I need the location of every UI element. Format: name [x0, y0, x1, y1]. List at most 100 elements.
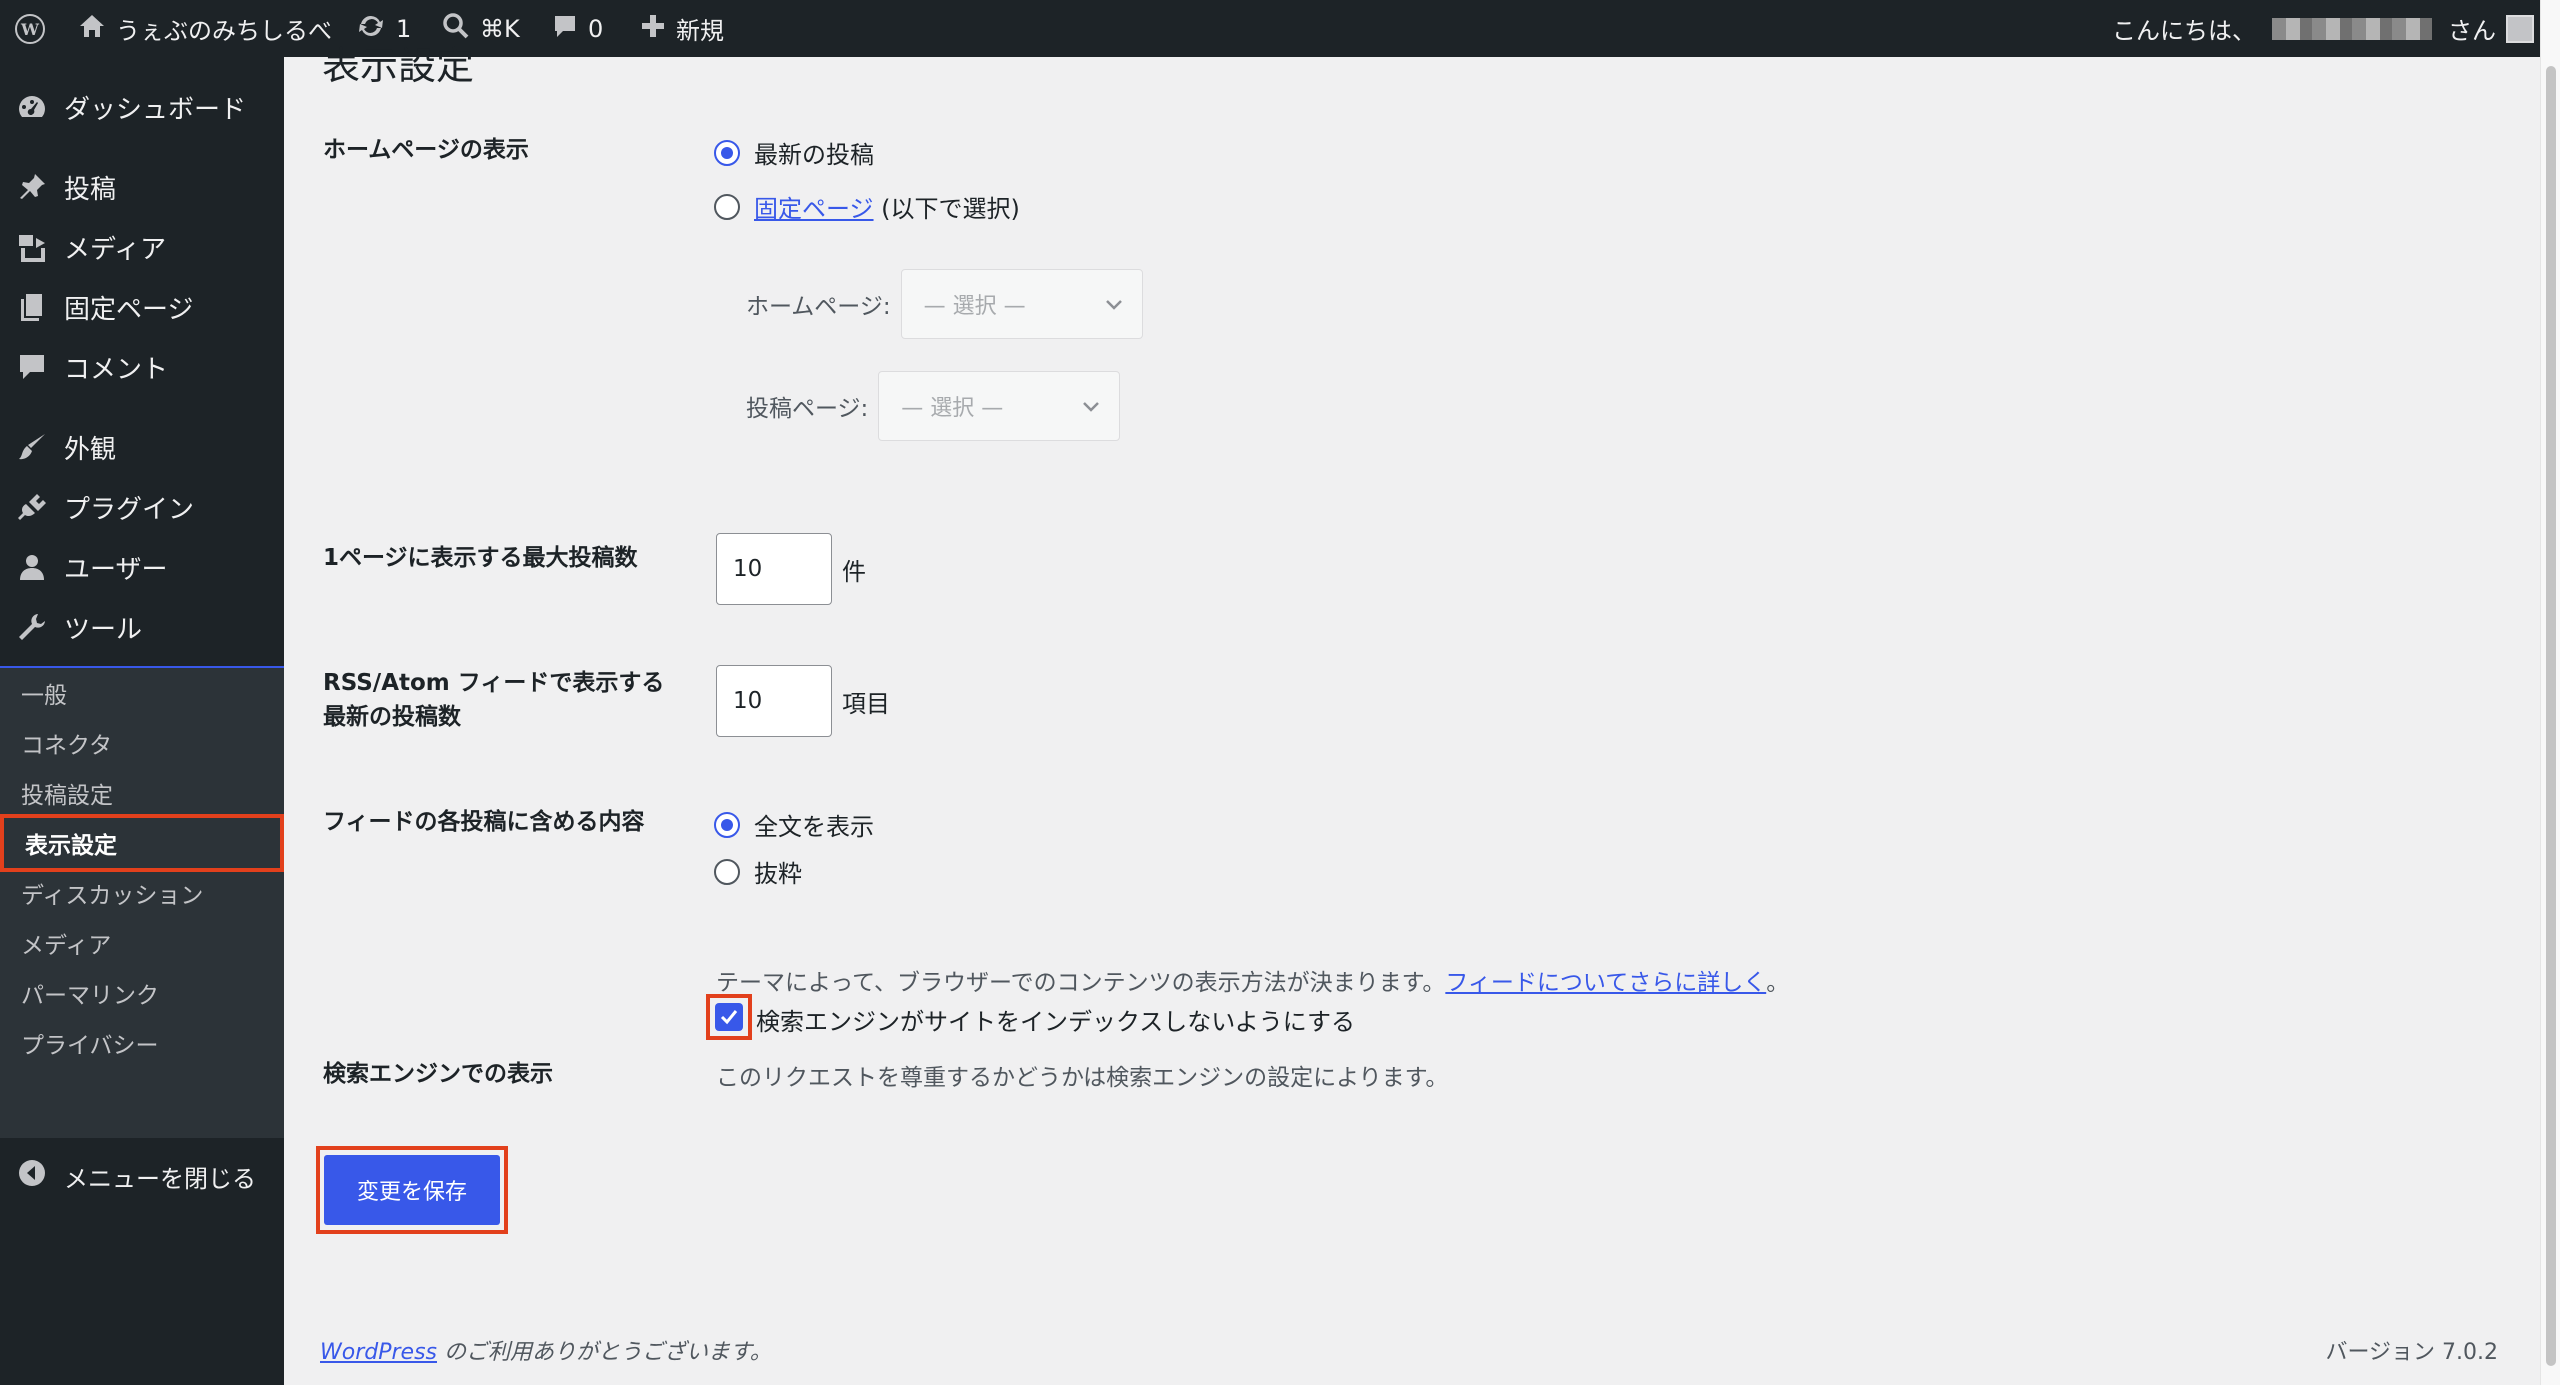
- rss-count-input[interactable]: 10: [716, 665, 832, 737]
- option-latest-posts[interactable]: 最新の投稿: [714, 135, 874, 170]
- sidebar-item-comments[interactable]: コメント: [0, 339, 284, 395]
- site-name: うぇぶのみちしるべ: [116, 17, 332, 45]
- option-excerpt-label: 抜粋: [754, 860, 802, 888]
- scrollbar-thumb[interactable]: [2546, 66, 2556, 1366]
- comments-count: 0: [588, 14, 604, 43]
- username-blurred: [2272, 17, 2432, 40]
- submenu-item-writing[interactable]: 投稿設定: [0, 768, 284, 818]
- posts-page-select-row: 投稿ページ: — 選択 —: [746, 371, 1121, 441]
- option-static-page[interactable]: 固定ページ (以下で選択): [714, 189, 1020, 224]
- sidebar-item-label: ユーザー: [64, 554, 168, 585]
- static-page-suffix: (以下で選択): [881, 195, 1020, 223]
- save-button-highlight: 変更を保存: [316, 1146, 508, 1234]
- sidebar-item-label: プラグイン: [64, 494, 195, 525]
- submenu-item-connector[interactable]: コネクタ: [0, 718, 284, 768]
- user-icon: [17, 552, 47, 582]
- submenu-item-media[interactable]: メディア: [0, 918, 284, 968]
- sidebar-item-label: ダッシュボード: [64, 94, 247, 125]
- static-page-link[interactable]: 固定ページ: [754, 195, 874, 223]
- radio-excerpt[interactable]: [714, 858, 740, 885]
- footer-thanks: WordPress のご利用ありがとうございます。: [320, 1334, 772, 1366]
- search-shortcut: ⌘K: [480, 14, 520, 43]
- homepage-select-label: ホームページ:: [746, 294, 891, 320]
- new-content-link[interactable]: 新規: [640, 0, 724, 57]
- submenu-item-general[interactable]: 一般: [0, 668, 284, 718]
- media-icon: [17, 232, 47, 262]
- sidebar-item-label: 外観: [64, 434, 117, 465]
- homepage-select-row: ホームページ: — 選択 —: [746, 269, 1143, 339]
- page-icon: [17, 292, 47, 322]
- sidebar-item-label: 投稿: [64, 174, 117, 205]
- rss-label-line2: 最新の投稿数: [323, 704, 461, 730]
- site-name-link[interactable]: うぇぶのみちしるべ: [78, 0, 332, 57]
- account-menu[interactable]: こんにちは、 さん: [2112, 0, 2534, 57]
- posts-page-select[interactable]: — 選択 —: [878, 371, 1121, 441]
- feed-description-text: テーマによって、ブラウザーでのコンテンツの表示方法が決まります。フィードについて…: [716, 963, 1789, 997]
- radio-latest-posts[interactable]: [714, 139, 740, 166]
- feed-desc: テーマによって、ブラウザーでのコンテンツの表示方法が決まります。: [716, 970, 1446, 996]
- page-title: 表示設定: [322, 44, 475, 88]
- collapse-label: メニューを閉じる: [64, 1164, 256, 1193]
- collapse-menu-button[interactable]: メニューを閉じる: [0, 1148, 284, 1204]
- search-engine-description: このリクエストを尊重するかどうかは検索エンジンの設定によります。: [716, 1065, 1449, 1091]
- posts-per-page-label: 1ページに表示する最大投稿数: [323, 545, 638, 571]
- posts-page-select-value: — 選択 —: [901, 396, 1004, 421]
- avatar: [2506, 14, 2534, 43]
- comment-icon: [552, 13, 578, 45]
- new-label: 新規: [676, 17, 724, 45]
- checkmark-icon: [720, 1010, 738, 1025]
- homepage-select-value: — 選択 —: [923, 294, 1026, 319]
- rss-label-line1: RSS/Atom フィードで表示する: [323, 670, 665, 696]
- submenu-item-discussion[interactable]: ディスカッション: [0, 868, 284, 918]
- greeting: こんにちは、: [2112, 17, 2256, 45]
- greeting-suffix: さん: [2448, 17, 2496, 45]
- sidebar-item-tools[interactable]: ツール: [0, 599, 284, 655]
- sidebar-item-appearance[interactable]: 外観: [0, 419, 284, 475]
- footer-thanks-text: のご利用ありがとうございます。: [437, 1340, 772, 1365]
- sidebar-item-pages[interactable]: 固定ページ: [0, 279, 284, 335]
- sidebar-item-label: コメント: [64, 354, 169, 385]
- feed-content-label: フィードの各投稿に含める内容: [323, 809, 645, 835]
- save-button[interactable]: 変更を保存: [324, 1155, 500, 1225]
- chevron-down-icon: [1081, 396, 1101, 422]
- submenu-item-reading[interactable]: 表示設定: [0, 814, 284, 872]
- comments-link[interactable]: 0: [552, 0, 603, 57]
- plugin-icon: [17, 492, 47, 522]
- feed-learn-more-link[interactable]: フィードについてさらに詳しく: [1445, 970, 1766, 996]
- radio-static-page[interactable]: [714, 193, 740, 220]
- posts-page-select-label: 投稿ページ:: [746, 396, 869, 422]
- rss-row: 10 項目: [716, 665, 890, 737]
- homepage-display-label: ホームページの表示: [323, 137, 529, 163]
- pin-icon: [17, 172, 47, 202]
- rss-unit: 項目: [842, 689, 890, 718]
- dashboard-icon: [17, 92, 47, 122]
- settings-submenu: 一般 コネクタ 投稿設定 表示設定 ディスカッション メディア パーマリンク プ…: [0, 668, 284, 1138]
- main-content: 表示設定 ホームページの表示 最新の投稿 固定ページ (以下で選択) ホームペー…: [284, 44, 2529, 1385]
- sidebar-item-dashboard[interactable]: ダッシュボード: [0, 79, 284, 135]
- posts-per-page-input[interactable]: 10: [716, 533, 832, 605]
- comment-icon: [17, 352, 47, 382]
- option-full-text-label: 全文を表示: [754, 813, 874, 841]
- search-engine-label: 検索エンジンでの表示: [323, 1061, 553, 1087]
- submenu-item-privacy[interactable]: プライバシー: [0, 1018, 284, 1068]
- wordpress-link[interactable]: WordPress: [320, 1340, 437, 1365]
- wordpress-logo-icon[interactable]: W: [14, 0, 46, 57]
- radio-full-text[interactable]: [714, 811, 740, 838]
- posts-per-page-unit: 件: [842, 557, 866, 586]
- sidebar-item-label: メディア: [64, 234, 167, 265]
- sidebar-item-media[interactable]: メディア: [0, 219, 284, 275]
- plus-icon: [640, 13, 666, 45]
- homepage-select[interactable]: — 選択 —: [900, 269, 1143, 339]
- noindex-checkbox-label: 検索エンジンがサイトをインデックスしないようにする: [756, 1008, 1356, 1036]
- sidebar-item-users[interactable]: ユーザー: [0, 539, 284, 595]
- option-full-text[interactable]: 全文を表示: [714, 807, 874, 842]
- submenu-item-permalinks[interactable]: パーマリンク: [0, 968, 284, 1018]
- sidebar-item-label: 固定ページ: [64, 294, 194, 325]
- brush-icon: [17, 432, 47, 462]
- wrench-icon: [17, 612, 47, 642]
- noindex-checkbox[interactable]: [715, 1003, 743, 1031]
- sidebar-item-plugins[interactable]: プラグイン: [0, 479, 284, 535]
- page-scrollbar[interactable]: [2540, 0, 2560, 1385]
- sidebar-item-posts[interactable]: 投稿: [0, 159, 284, 215]
- option-excerpt[interactable]: 抜粋: [714, 854, 802, 889]
